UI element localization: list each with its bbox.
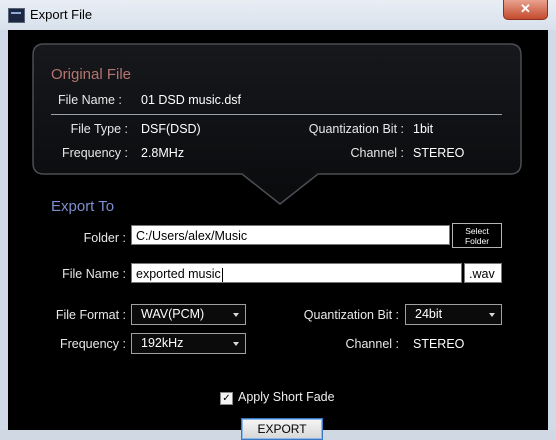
apply-short-fade-checkbox[interactable]: ✓ [220,392,233,405]
file-format-select[interactable]: WAV(PCM) [131,304,246,325]
close-button[interactable]: ✕ [503,0,548,20]
original-quant-bit-value: 1bit [413,122,434,136]
original-file-name-label: File Name : [58,93,122,107]
original-channel-label: Channel : [350,146,404,160]
file-format-label: File Format : [55,308,126,322]
quant-bit-value: 24bit [415,307,443,321]
original-file-type-value: DSF(DSD) [141,122,201,136]
original-channel-value: STEREO [413,146,465,160]
divider [51,114,502,115]
apply-short-fade-label[interactable]: Apply Short Fade [238,390,335,404]
app-icon [8,8,25,23]
folder-input[interactable]: C:/Users/alex/Music [131,225,450,245]
folder-label: Folder : [83,231,126,245]
dialog-content: Original File File Name : 01 DSD music.d… [8,30,548,440]
window-frame-left [0,30,8,430]
original-quant-bit-label: Quantization Bit : [308,122,404,136]
export-button[interactable]: EXPORT [241,418,323,440]
select-folder-label-line1: Select [465,226,489,236]
text-cursor [221,267,223,282]
close-icon: ✕ [520,1,531,16]
chevron-down-icon [233,342,239,346]
file-format-value: WAV(PCM) [141,307,205,321]
original-file-title: Original File [51,66,132,83]
window-frame-right [548,30,556,430]
quant-bit-label: Quantization Bit : [303,308,399,322]
original-file-name-value: 01 DSD music.dsf [141,93,242,107]
export-file-window: Export File ✕ Original File File Name : … [0,0,556,440]
select-folder-button[interactable]: Select Folder [452,223,502,248]
original-frequency-label: Frequency : [61,146,128,160]
frequency-value: 192kHz [141,336,184,350]
channel-value: STEREO [413,337,465,351]
file-name-label: File Name : [62,267,126,281]
channel-label: Channel : [345,337,399,351]
original-frequency-value: 2.8MHz [141,146,185,160]
chevron-down-icon [489,313,495,317]
frequency-label: Frequency : [59,337,126,351]
export-to-title: Export To [51,198,115,215]
original-file-type-label: File Type : [70,122,128,136]
title-bar[interactable]: Export File ✕ [0,0,556,30]
window-title: Export File [30,7,93,22]
file-name-value: exported music [136,267,221,281]
file-extension: .wav [464,263,502,283]
chevron-down-icon [233,313,239,317]
quant-bit-select[interactable]: 24bit [405,304,502,325]
checkmark-icon: ✓ [222,393,231,404]
frequency-select[interactable]: 192kHz [131,333,246,354]
file-name-input[interactable]: exported music [131,263,462,283]
select-folder-label-line2: Folder [464,236,490,246]
